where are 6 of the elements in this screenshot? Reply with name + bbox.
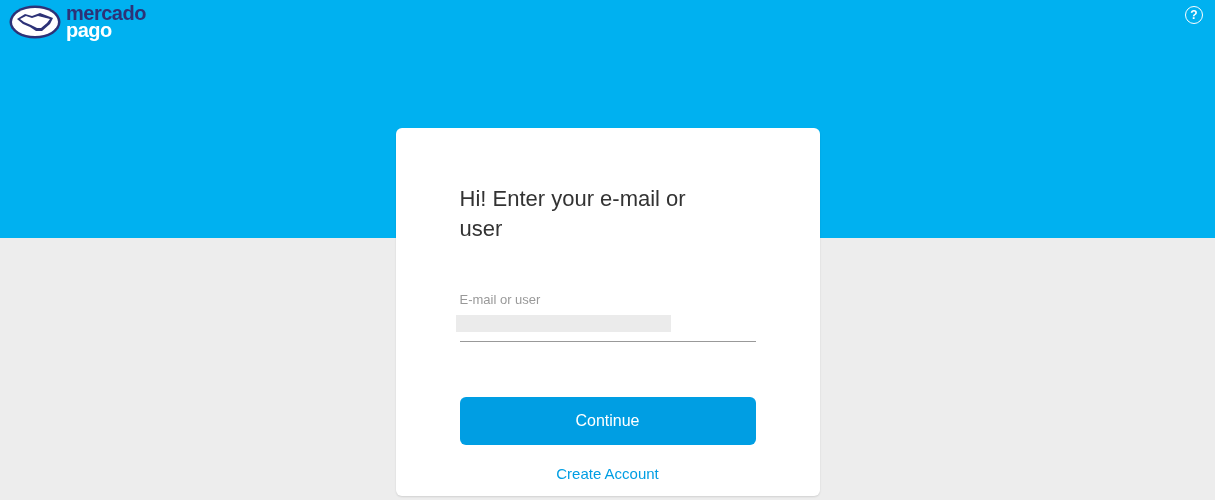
logo-text: mercado (66, 5, 146, 22)
logo-text: pago (66, 22, 112, 39)
login-title: Hi! Enter your e-mail or user (459, 185, 687, 243)
field-label: E-mail or user (459, 292, 542, 307)
continue-button[interactable]: Continue (459, 397, 756, 445)
create-account-link[interactable]: Create Account (556, 465, 659, 482)
